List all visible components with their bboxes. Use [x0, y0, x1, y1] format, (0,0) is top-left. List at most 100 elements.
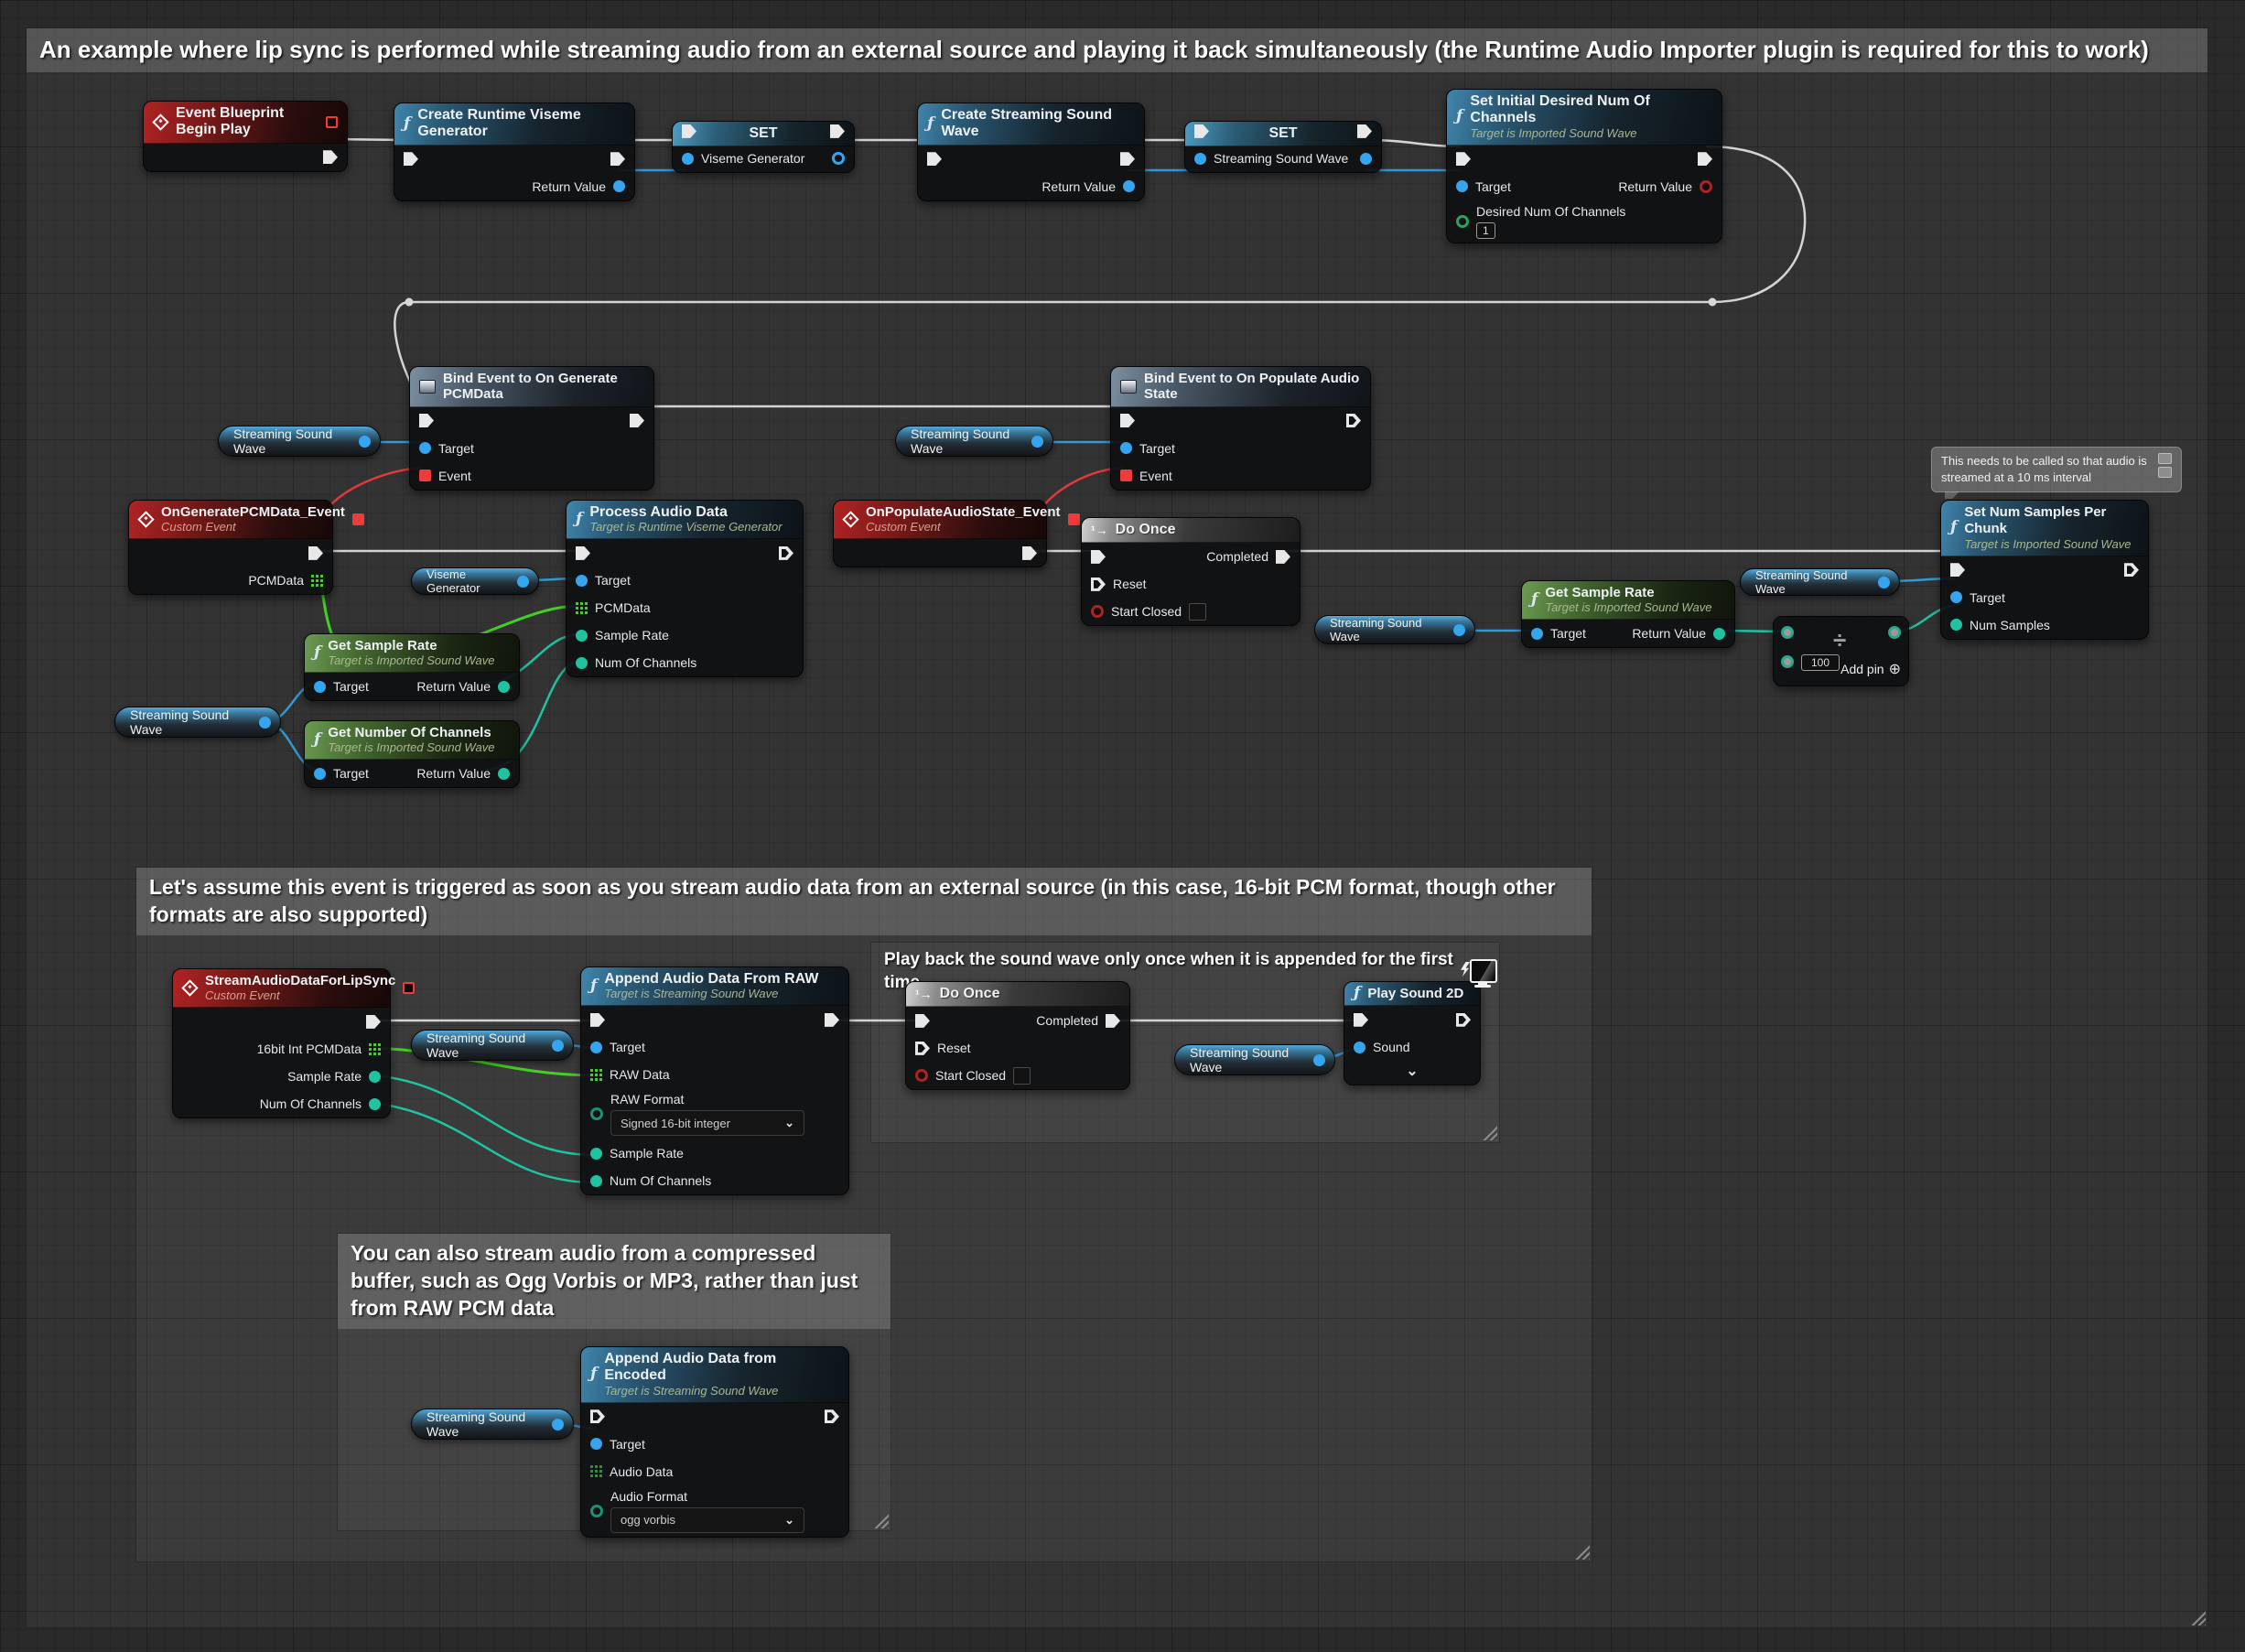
node-append-audio-data-from-raw[interactable]: ƒ Append Audio Data From RAW Target is S…	[580, 966, 849, 1195]
raw-format-pin[interactable]	[590, 1107, 603, 1120]
streaming-sound-wave-out-pin[interactable]	[1360, 153, 1372, 165]
pill-out-pin[interactable]	[552, 1040, 564, 1052]
node-event-begin-play[interactable]: Event Blueprint Begin Play	[143, 101, 348, 172]
pill-out-pin[interactable]	[1453, 624, 1465, 636]
reset-pin[interactable]	[915, 1042, 930, 1055]
exec-out-pin[interactable]	[1456, 1013, 1471, 1027]
node-do-once-2[interactable]: ¹→Do Once Completed Reset Start Closed	[905, 981, 1130, 1090]
exec-in-pin[interactable]	[576, 546, 590, 560]
return-value-pin[interactable]	[1123, 180, 1135, 192]
desired-num-channels-pin[interactable]	[1456, 215, 1469, 228]
exec-out-pin[interactable]	[366, 1015, 381, 1029]
target-pin[interactable]	[590, 1438, 602, 1450]
return-value-pin[interactable]	[498, 768, 510, 780]
node-create-streaming-sound-wave[interactable]: ƒ Create Streaming Sound Wave Return Val…	[917, 103, 1145, 201]
target-pin[interactable]	[1120, 442, 1132, 454]
viseme-generator-in-pin[interactable]	[682, 153, 694, 165]
delegate-pin[interactable]	[1068, 513, 1080, 525]
divide-in-2-pin[interactable]	[1781, 655, 1794, 668]
sample-rate-pin[interactable]	[576, 630, 588, 642]
pill-streaming-sound-wave[interactable]: Streaming Sound Wave	[1174, 1044, 1335, 1075]
streaming-sound-wave-in-pin[interactable]	[1194, 153, 1206, 165]
node-get-number-of-channels[interactable]: ƒ Get Number Of Channels Target is Impor…	[304, 720, 520, 788]
return-value-pin[interactable]	[613, 180, 625, 192]
exec-in-pin[interactable]	[590, 1409, 605, 1423]
node-play-sound-2d[interactable]: ƒPlay Sound 2D Sound ⌄	[1344, 981, 1481, 1085]
raw-data-pin[interactable]	[590, 1069, 602, 1081]
start-closed-checkbox[interactable]	[1013, 1067, 1031, 1085]
pill-out-pin[interactable]	[1878, 577, 1890, 588]
audio-format-pin[interactable]	[590, 1505, 603, 1517]
node-create-runtime-viseme-generator[interactable]: ƒ Create Runtime Viseme Generator Return…	[394, 103, 635, 201]
node-bind-event-on-populate-audio-state[interactable]: Bind Event to On Populate Audio State Ta…	[1110, 366, 1371, 491]
pill-streaming-sound-wave[interactable]: Streaming Sound Wave	[895, 426, 1053, 457]
delegate-pin[interactable]	[403, 982, 415, 994]
exec-out-pin[interactable]	[1357, 124, 1372, 138]
reset-pin[interactable]	[1091, 578, 1106, 591]
pcmdata-in-pin[interactable]	[576, 602, 588, 614]
exec-in-pin[interactable]	[682, 124, 696, 138]
pill-viseme-generator[interactable]: Viseme Generator	[411, 567, 539, 595]
return-value-pin[interactable]	[498, 681, 510, 693]
raw-format-dropdown[interactable]: Signed 16-bit integer⌄	[610, 1110, 804, 1136]
start-closed-checkbox[interactable]	[1189, 603, 1206, 621]
node-get-sample-rate-imported[interactable]: ƒ Get Sample Rate Target is Imported Sou…	[1521, 580, 1735, 648]
pill-streaming-sound-wave[interactable]: Streaming Sound Wave	[114, 707, 281, 738]
pcm16-out-pin[interactable]	[369, 1043, 381, 1055]
add-pin-button[interactable]: Add pin⊕	[1840, 660, 1901, 678]
divide-value[interactable]: 100	[1801, 654, 1840, 671]
audio-data-pin[interactable]	[590, 1465, 602, 1477]
exec-in-pin[interactable]	[1950, 563, 1965, 577]
target-pin[interactable]	[1950, 591, 1962, 603]
start-closed-pin[interactable]	[1091, 605, 1104, 618]
exec-in-pin[interactable]	[404, 152, 418, 166]
exec-out-pin[interactable]	[825, 1409, 839, 1423]
exec-out-pin[interactable]	[610, 152, 625, 166]
exec-in-pin[interactable]	[590, 1013, 605, 1027]
exec-in-pin[interactable]	[915, 1014, 930, 1028]
node-streamaudiodataforlipsync[interactable]: StreamAudioDataForLipSync Custom Event 1…	[172, 968, 391, 1118]
pill-streaming-sound-wave[interactable]: Streaming Sound Wave	[1314, 615, 1475, 644]
pill-out-pin[interactable]	[1313, 1054, 1325, 1066]
exec-out-pin[interactable]	[825, 1013, 839, 1027]
pill-streaming-sound-wave[interactable]: Streaming Sound Wave	[1740, 568, 1900, 596]
pill-streaming-sound-wave[interactable]: Streaming Sound Wave	[411, 1030, 574, 1061]
target-pin[interactable]	[1531, 628, 1543, 640]
target-pin[interactable]	[1456, 180, 1468, 192]
sample-rate-out-pin[interactable]	[369, 1071, 381, 1083]
node-onpopulateaudiostate-event[interactable]: OnPopulateAudioState_Event Custom Event	[833, 500, 1047, 567]
node-bind-event-on-generate-pcmdata[interactable]: Bind Event to On Generate PCMData Target…	[409, 366, 654, 491]
num-of-channels-pin[interactable]	[576, 657, 588, 669]
node-do-once-1[interactable]: ¹→Do Once Completed Reset Start Closed	[1081, 517, 1301, 626]
note-bubble[interactable]: This needs to be called so that audio is…	[1931, 447, 2182, 492]
audio-format-dropdown[interactable]: ogg vorbis⌄	[610, 1507, 804, 1533]
viseme-generator-out-pin[interactable]	[832, 152, 845, 165]
delegate-pin[interactable]	[352, 513, 364, 525]
completed-pin[interactable]	[1106, 1014, 1120, 1028]
desired-num-channels-value[interactable]: 1	[1476, 222, 1495, 239]
return-value-pin[interactable]	[1713, 628, 1725, 640]
exec-in-pin[interactable]	[927, 152, 942, 166]
target-pin[interactable]	[314, 768, 326, 780]
target-pin[interactable]	[314, 681, 326, 693]
exec-out-pin[interactable]	[2124, 563, 2139, 577]
divide-in-1-pin[interactable]	[1781, 626, 1794, 639]
node-append-audio-data-from-encoded[interactable]: ƒ Append Audio Data from Encoded Target …	[580, 1346, 849, 1538]
exec-in-pin[interactable]	[1456, 152, 1471, 166]
event-delegate-pin[interactable]	[1120, 470, 1132, 481]
return-value-pin[interactable]	[1700, 180, 1712, 193]
pill-out-pin[interactable]	[552, 1419, 564, 1431]
node-process-audio-data[interactable]: ƒ Process Audio Data Target is Runtime V…	[566, 500, 804, 677]
num-of-channels-out-pin[interactable]	[369, 1098, 381, 1110]
node-set-viseme-generator[interactable]: SET Viseme Generator	[672, 121, 855, 173]
node-get-sample-rate[interactable]: ƒ Get Sample Rate Target is Imported Sou…	[304, 633, 520, 701]
divide-out-pin[interactable]	[1888, 626, 1901, 639]
node-divide[interactable]: ÷ 100 Add pin⊕	[1773, 616, 1909, 686]
exec-in-pin[interactable]	[1091, 550, 1106, 564]
node-set-num-samples-per-chunk[interactable]: ƒ Set Num Samples Per Chunk Target is Im…	[1940, 500, 2149, 640]
exec-in-pin[interactable]	[1194, 124, 1209, 138]
node-set-initial-desired-num-of-channels[interactable]: ƒ Set Initial Desired Num Of Channels Ta…	[1446, 89, 1722, 243]
exec-in-pin[interactable]	[1354, 1013, 1368, 1027]
target-pin[interactable]	[590, 1042, 602, 1053]
event-delegate-pin[interactable]	[419, 470, 431, 481]
